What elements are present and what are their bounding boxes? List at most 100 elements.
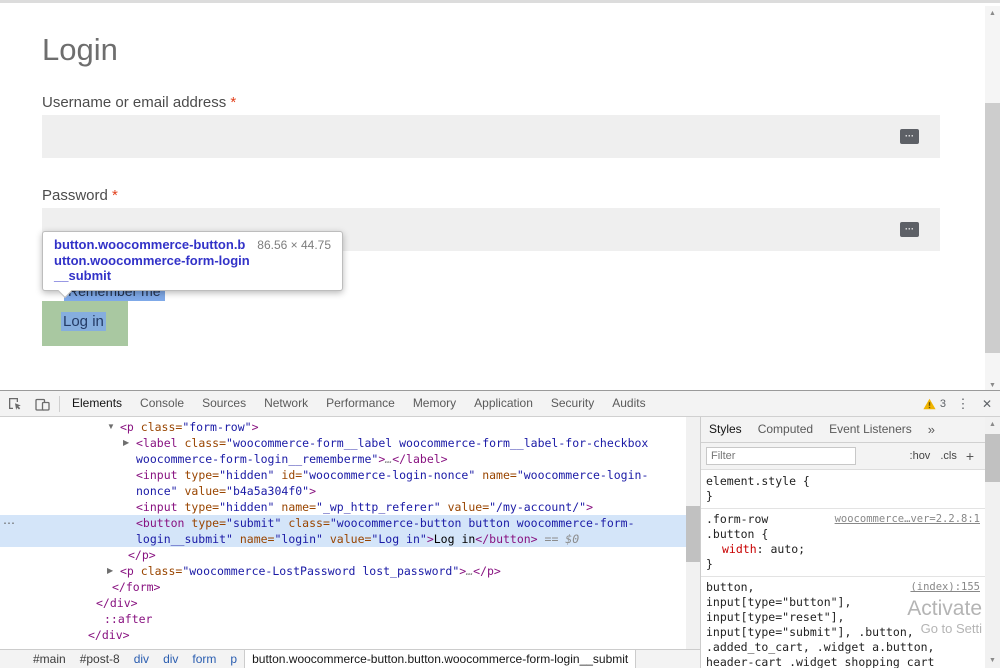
kebab-menu-icon: ⋮: [957, 396, 970, 411]
element-classes-button[interactable]: .cls: [935, 450, 962, 462]
scroll-down-icon[interactable]: ▼: [985, 653, 1000, 668]
elements-tree: ▼<p class="form-row">▶<label class="wooc…: [0, 419, 686, 643]
dom-tree-node[interactable]: ▼<p class="form-row">: [0, 419, 686, 435]
tooltip-selector-line: __submit: [54, 268, 331, 284]
toolbar-separator: [59, 396, 60, 412]
css-rule: (index):155button,input[type="button"],i…: [701, 577, 985, 668]
close-icon: ✕: [982, 397, 992, 411]
devtools-toolbar: ElementsConsoleSourcesNetworkPerformance…: [0, 391, 1000, 417]
username-input[interactable]: ···: [42, 115, 940, 158]
breadcrumb-item[interactable]: div: [156, 650, 185, 668]
styles-tab-strip: StylesComputedEvent Listeners: [701, 417, 920, 442]
elements-scrollbar[interactable]: [686, 417, 701, 649]
devtools-tab-strip: ElementsConsoleSourcesNetworkPerformance…: [63, 391, 655, 416]
dom-tree-node[interactable]: nonce" value="b4a5a304f0">: [0, 483, 686, 499]
collapsed-arrow-icon[interactable]: ▶: [107, 563, 113, 579]
breadcrumb-item[interactable]: div: [127, 650, 156, 668]
tab-sources[interactable]: Sources: [193, 391, 255, 416]
page-scrollbar[interactable]: ▲ ▼: [985, 6, 1000, 393]
scrollbar-thumb[interactable]: [985, 434, 1000, 482]
toggle-element-state-button[interactable]: :hov: [905, 450, 936, 462]
device-toolbar-button[interactable]: [28, 391, 56, 416]
stylesheet-source-link[interactable]: woocommerce…ver=2.2.8:1: [835, 512, 980, 527]
css-selector[interactable]: header-cart .widget_shopping_cart: [706, 655, 934, 668]
login-button[interactable]: Log in: [42, 301, 128, 346]
devtools-menu-button[interactable]: ⋮: [952, 396, 974, 412]
console-warnings-button[interactable]: 3: [917, 398, 952, 410]
node-more-actions-icon[interactable]: ⋯: [3, 515, 15, 531]
dom-tree-node[interactable]: login__submit" name="login" value="Log i…: [0, 531, 686, 547]
dom-tree-node[interactable]: </div>: [0, 627, 686, 643]
expanded-arrow-icon[interactable]: ▼: [107, 419, 115, 435]
sidebar-tab-computed[interactable]: Computed: [750, 417, 821, 442]
dom-tree-node[interactable]: <input type="hidden" name="_wp_http_refe…: [0, 499, 686, 515]
breadcrumb-item[interactable]: #main: [26, 650, 73, 668]
new-style-rule-button[interactable]: +: [962, 448, 980, 464]
tab-console[interactable]: Console: [131, 391, 193, 416]
tab-memory[interactable]: Memory: [404, 391, 465, 416]
css-rule: element.style {}: [701, 471, 985, 509]
input-addon-icon[interactable]: ···: [900, 222, 919, 237]
username-label-text: Username or email address: [42, 94, 226, 111]
tab-network[interactable]: Network: [255, 391, 317, 416]
collapsed-arrow-icon[interactable]: ▶: [123, 435, 129, 451]
dom-tree-node[interactable]: ▶<label class="woocommerce-form__label w…: [0, 435, 686, 451]
dom-tree-node[interactable]: </form>: [0, 579, 686, 595]
scroll-up-icon[interactable]: ▲: [985, 417, 1000, 432]
tab-application[interactable]: Application: [465, 391, 542, 416]
required-asterisk: *: [230, 94, 236, 111]
css-selector[interactable]: input[type="submit"], .button,: [706, 625, 914, 639]
overflow-chevron-icon: »: [928, 422, 935, 437]
css-selector[interactable]: element.style {: [706, 474, 810, 488]
tab-elements[interactable]: Elements: [63, 391, 131, 416]
tab-security[interactable]: Security: [542, 391, 603, 416]
css-selector[interactable]: .added_to_cart, .widget a.button,: [706, 640, 934, 654]
breadcrumb: #main#post-8divdivformpbutton.woocommerc…: [0, 649, 701, 668]
scrollbar-thumb[interactable]: [686, 506, 701, 562]
styles-panel: StylesComputedEvent Listeners » :hov .cl…: [700, 417, 985, 668]
devtools-close-button[interactable]: ✕: [974, 397, 1000, 411]
dom-tree-node[interactable]: ▶<p class="woocommerce-LostPassword lost…: [0, 563, 686, 579]
styles-filter-input[interactable]: [706, 447, 856, 465]
tab-audits[interactable]: Audits: [603, 391, 654, 416]
devtools-scrollbar[interactable]: ▲ ▼: [985, 417, 1000, 668]
elements-panel: ▼<p class="form-row">▶<label class="wooc…: [0, 417, 701, 649]
dom-tree-node[interactable]: woocommerce-form-login__rememberme">…</l…: [0, 451, 686, 467]
tab-performance[interactable]: Performance: [317, 391, 404, 416]
input-addon-icon[interactable]: ···: [900, 129, 919, 144]
tab-overflow-button[interactable]: »: [922, 422, 941, 437]
page-content: Login Username or email address * ··· Pa…: [0, 0, 1000, 390]
page-title: Login: [42, 32, 118, 68]
styles-tabs-bar: StylesComputedEvent Listeners »: [701, 417, 985, 443]
dom-tree-node[interactable]: </p>: [0, 547, 686, 563]
dom-tree-node[interactable]: </div>: [0, 595, 686, 611]
sidebar-tab-event-listeners[interactable]: Event Listeners: [821, 417, 920, 442]
required-asterisk: *: [112, 187, 118, 204]
css-selector[interactable]: .form-row: [706, 512, 768, 526]
css-selector[interactable]: .button {: [706, 527, 768, 541]
css-selector[interactable]: input[type="reset"],: [706, 610, 844, 624]
scroll-up-icon[interactable]: ▲: [985, 6, 1000, 21]
breadcrumb-item[interactable]: p: [223, 650, 244, 668]
warning-count: 3: [940, 398, 946, 410]
dom-tree-node[interactable]: <button type="submit" class="woocommerce…: [0, 515, 686, 531]
inspect-element-button[interactable]: [0, 391, 28, 416]
css-rule: woocommerce…ver=2.2.8:1 .form-row.button …: [701, 509, 985, 577]
css-property[interactable]: width: auto;: [706, 542, 980, 557]
css-rule-close: }: [706, 557, 980, 572]
styles-filter-bar: :hov .cls +: [701, 443, 985, 470]
breadcrumb-item[interactable]: #post-8: [73, 650, 127, 668]
username-label: Username or email address *: [42, 94, 236, 111]
tooltip-selector-line: utton.woocommerce-form-login: [54, 253, 331, 269]
dom-tree-node[interactable]: <input type="hidden" id="woocommerce-log…: [0, 467, 686, 483]
login-button-label: Log in: [61, 312, 106, 331]
stylesheet-source-link[interactable]: (index):155: [910, 580, 980, 595]
scrollbar-thumb[interactable]: [985, 103, 1000, 353]
css-selector[interactable]: input[type="button"],: [706, 595, 851, 609]
inspect-tooltip: button.woocommerce-button.b 86.56 × 44.7…: [42, 231, 343, 291]
breadcrumb-item[interactable]: button.woocommerce-button.button.woocomm…: [244, 650, 636, 668]
sidebar-tab-styles[interactable]: Styles: [701, 417, 750, 442]
dom-tree-node[interactable]: ::after: [0, 611, 686, 627]
css-selector[interactable]: button,: [706, 580, 754, 594]
breadcrumb-item[interactable]: form: [185, 650, 223, 668]
